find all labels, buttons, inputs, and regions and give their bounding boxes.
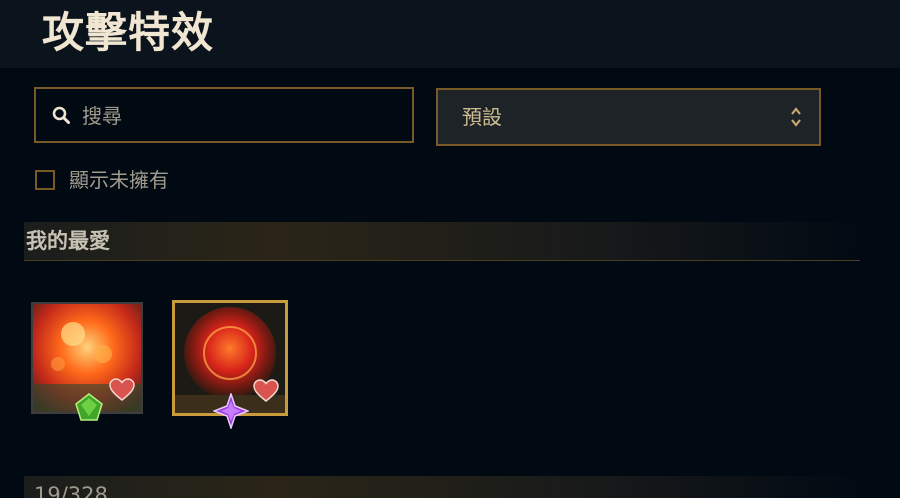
sort-arrows-icon bbox=[791, 107, 801, 127]
favorites-title: 我的最愛 bbox=[26, 229, 110, 253]
sort-dropdown[interactable]: 預設 bbox=[436, 88, 821, 146]
page: 攻擊特效 預設 顯示未擁有 我的最愛 bbox=[0, 0, 900, 498]
favorite-heart-icon[interactable] bbox=[109, 378, 135, 402]
search-input[interactable] bbox=[80, 89, 404, 143]
favorites-section-header: 我的最愛 bbox=[24, 222, 860, 261]
show-unowned-checkbox[interactable] bbox=[35, 170, 55, 190]
search-box[interactable] bbox=[34, 87, 414, 143]
favorite-item-tile[interactable] bbox=[31, 302, 143, 421]
page-title: 攻擊特效 bbox=[42, 8, 215, 57]
purple-star-gem-icon bbox=[213, 393, 249, 429]
sort-selected-value: 預設 bbox=[462, 105, 502, 129]
show-unowned-label: 顯示未擁有 bbox=[69, 168, 169, 192]
favorite-item-tile-selected[interactable] bbox=[172, 300, 288, 429]
header: 攻擊特效 bbox=[0, 0, 900, 68]
green-gem-icon bbox=[75, 393, 103, 421]
favorite-heart-icon[interactable] bbox=[253, 379, 279, 403]
collection-count: 19/328 bbox=[34, 483, 108, 498]
collection-count-header: 19/328 bbox=[24, 476, 860, 498]
search-icon bbox=[52, 106, 70, 124]
